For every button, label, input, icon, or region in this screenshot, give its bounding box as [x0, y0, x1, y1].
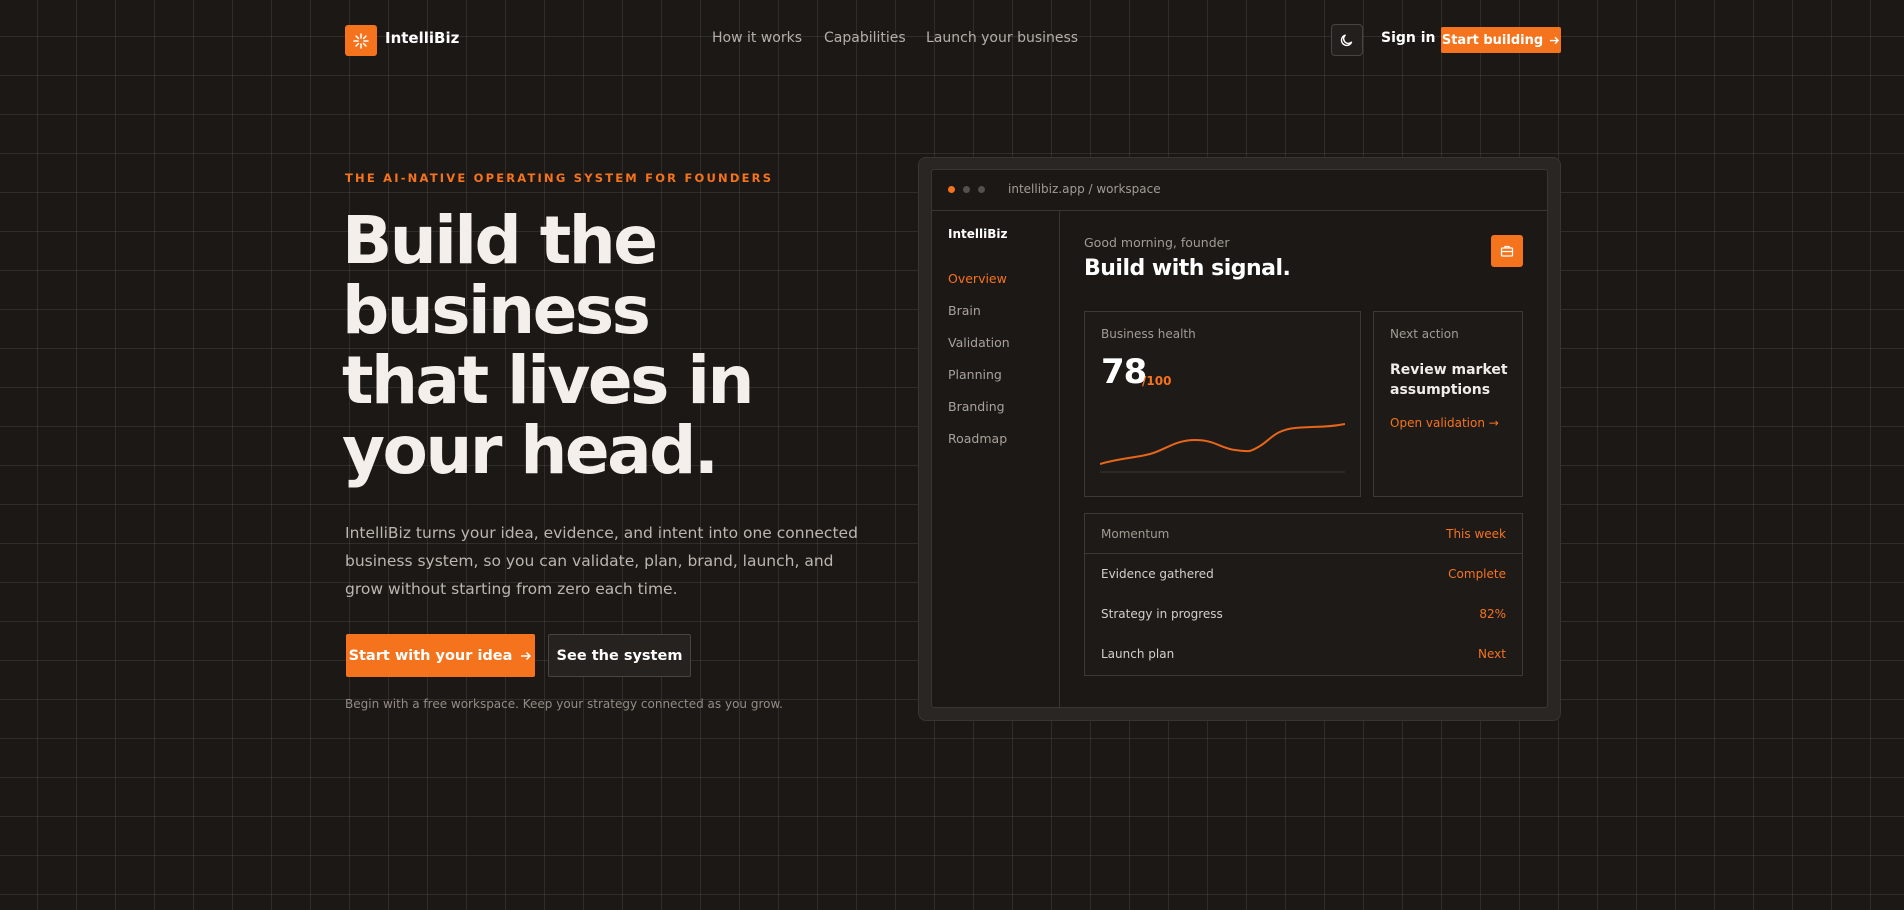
window-dot-icon	[948, 186, 955, 193]
nav-link-how-it-works[interactable]: How it works	[712, 30, 802, 46]
app-url: intellibiz.app / workspace	[1008, 182, 1161, 196]
sidebar-brand: IntelliBiz	[948, 227, 1008, 241]
row-key: Launch plan	[1101, 647, 1175, 661]
open-validation-link[interactable]: Open validation →	[1390, 416, 1499, 430]
row-value: Next	[1478, 647, 1506, 661]
health-sparkline	[1100, 423, 1345, 473]
logo-icon[interactable]	[345, 25, 377, 56]
sidebar-item-branding[interactable]: Branding	[948, 399, 1005, 414]
window-dot-icon	[963, 186, 970, 193]
sidebar-item-roadmap[interactable]: Roadmap	[948, 431, 1007, 446]
see-system-button[interactable]: See the system	[548, 634, 691, 677]
start-with-idea-button[interactable]: Start with your idea	[346, 634, 535, 677]
row-value: 82%	[1479, 607, 1506, 621]
sidebar-item-brain[interactable]: Brain	[948, 303, 981, 318]
briefcase-button[interactable]	[1491, 235, 1523, 267]
hero-title-line: your head.	[342, 412, 719, 489]
arrow-right-icon	[521, 651, 532, 660]
nav-link-capabilities[interactable]: Capabilities	[824, 30, 906, 46]
momentum-label: Momentum	[1101, 526, 1170, 541]
table-row: Evidence gathered Complete	[1085, 554, 1522, 594]
theme-toggle-button[interactable]	[1331, 24, 1363, 56]
arrow-right-icon	[1550, 36, 1560, 44]
brand-name[interactable]: IntelliBiz	[385, 29, 459, 47]
hero-title-line: Build the	[342, 202, 658, 279]
start-building-button[interactable]: Start building	[1441, 27, 1561, 53]
table-row: Strategy in progress 82%	[1085, 594, 1522, 634]
momentum-header: Momentum This week	[1085, 514, 1522, 554]
table-row: Launch plan Next	[1085, 634, 1522, 674]
hero-title-line: that lives in	[342, 342, 755, 419]
window-dot-icon	[978, 186, 985, 193]
hero-title: Build the business that lives in your he…	[342, 202, 755, 489]
hero-description: IntelliBiz turns your idea, evidence, an…	[345, 524, 858, 598]
health-score: 78	[1101, 352, 1147, 392]
row-key: Strategy in progress	[1101, 607, 1223, 621]
sidebar-divider	[1059, 211, 1060, 708]
next-action-title: Review market assumptions	[1390, 362, 1508, 398]
hero-eyebrow: THE AI-NATIVE OPERATING SYSTEM FOR FOUND…	[345, 171, 774, 185]
greeting: Good morning, founder	[1084, 235, 1230, 250]
hero-title-line: business	[342, 272, 651, 349]
sidebar-item-planning[interactable]: Planning	[948, 367, 1002, 382]
sidebar-item-validation[interactable]: Validation	[948, 335, 1010, 350]
health-score-max: /100	[1142, 374, 1172, 388]
start-building-label: Start building	[1441, 32, 1544, 48]
briefcase-icon	[1500, 245, 1514, 257]
next-action-label: Next action	[1390, 327, 1459, 341]
sparkle-icon	[353, 32, 369, 49]
row-value: Complete	[1448, 567, 1506, 581]
momentum-period: This week	[1446, 526, 1506, 541]
row-key: Evidence gathered	[1101, 567, 1214, 581]
start-with-idea-label: Start with your idea	[348, 647, 513, 664]
sidebar-item-overview[interactable]: Overview	[948, 271, 1007, 286]
sign-in-link[interactable]: Sign in	[1381, 30, 1436, 46]
nav-link-launch[interactable]: Launch your business	[926, 30, 1078, 46]
business-health-label: Business health	[1101, 327, 1196, 341]
hero-hint: Begin with a free workspace. Keep your s…	[345, 697, 783, 711]
workspace-title: Build with signal.	[1084, 256, 1291, 281]
moon-icon	[1340, 34, 1353, 47]
